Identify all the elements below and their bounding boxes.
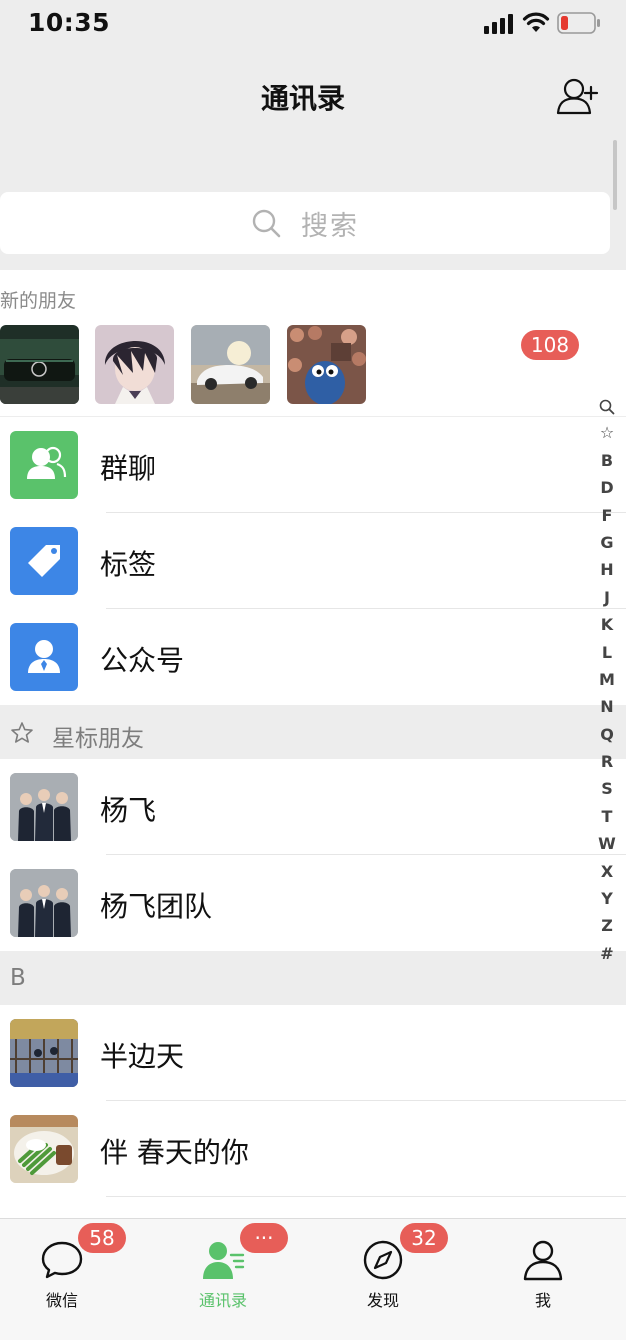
official-accounts-row[interactable]: 公众号 [0,609,626,705]
index-letter[interactable]: J [593,584,621,611]
tab-contacts-label: 通讯录 [198,1291,247,1310]
contact-row[interactable]: 伴 春天的你 [0,1101,626,1197]
tag-icon [10,527,78,595]
new-friends-count-badge: 108 [521,330,579,360]
search-bar[interactable]: 搜索 [0,192,610,254]
contact-name: 杨飞团队 [100,890,213,923]
partial-row [0,1197,626,1218]
index-letter[interactable]: Y [593,885,621,912]
compass-icon [363,1240,403,1280]
chats-unread-badge: 58 [78,1223,126,1253]
group-chat-row[interactable]: 群聊 [0,417,626,513]
add-friend-icon[interactable] [556,76,600,116]
group-chat-icon [10,431,78,499]
contact-avatar [10,773,78,841]
contact-name: 杨飞 [100,794,157,827]
official-accounts-label: 公众号 [100,644,185,677]
index-letter[interactable]: Z [593,912,621,939]
index-letter[interactable]: X [593,858,621,885]
index-letter[interactable]: H [593,556,621,583]
contact-row[interactable]: 杨飞团队 [0,855,626,951]
index-letter[interactable]: S [593,775,621,802]
index-letter[interactable]: Q [593,721,621,748]
index-letter[interactable]: B [593,447,621,474]
status-time: 10:35 [28,8,111,37]
wifi-icon [522,12,550,32]
contacts-icon [203,1242,245,1279]
index-letter[interactable]: N [593,693,621,720]
bottom-tab-bar: 微信 58 通讯录 ··· 发现 32 我 [0,1218,626,1340]
group-chat-label: 群聊 [100,452,157,485]
contact-avatar [10,1019,78,1087]
new-friends-title: 新的朋友 [0,290,77,312]
index-letter[interactable]: ☆ [593,419,621,446]
tab-me-label: 我 [534,1291,551,1310]
index-letter[interactable]: W [593,830,621,857]
contact-name: 半边天 [100,1040,185,1073]
index-letter[interactable]: # [593,940,621,967]
contact-row[interactable]: 杨飞 [0,759,626,855]
alphabet-index[interactable]: ☆ B D F G H J K L M N Q R S T W X Y Z # [593,392,621,967]
search-icon [252,209,281,238]
tab-discover-label: 发现 [366,1291,399,1310]
index-search-icon[interactable] [593,392,621,419]
new-friend-avatar-car-green[interactable] [0,325,79,404]
index-letter[interactable]: D [593,474,621,501]
chat-bubble-icon [41,1241,83,1279]
index-letter[interactable]: T [593,803,621,830]
contact-avatar [10,869,78,937]
battery-low-icon [557,12,600,34]
star-icon [11,722,33,743]
starred-friends-header: 星标朋友 [0,705,626,759]
index-letter[interactable]: K [593,611,621,638]
page-title: 通讯录 [260,82,345,115]
new-friend-avatar-car-white[interactable] [191,325,270,404]
index-letter[interactable]: M [593,666,621,693]
index-letter[interactable]: G [593,529,621,556]
navigation-bar: 通讯录 [0,60,626,140]
cellular-signal-icon [484,14,513,34]
contact-row[interactable]: 半边天 [0,1005,626,1101]
person-icon [523,1240,563,1281]
index-letter[interactable]: F [593,502,621,529]
index-letter[interactable]: R [593,748,621,775]
tags-label: 标签 [100,548,157,581]
new-friend-avatar-anime[interactable] [95,325,174,404]
status-bar: 10:35 [0,0,626,50]
new-friend-avatar-toy[interactable] [287,325,366,404]
contact-name: 伴 春天的你 [100,1136,249,1169]
index-letter[interactable]: L [593,639,621,666]
tab-chats-label: 微信 [45,1291,78,1310]
starred-friends-title: 星标朋友 [52,726,144,752]
search-placeholder: 搜索 [301,210,359,242]
contacts-dot-badge: ··· [240,1223,288,1253]
tags-row[interactable]: 标签 [0,513,626,609]
scrollbar-thumb[interactable] [613,140,617,210]
section-letter: B [10,965,26,991]
official-account-icon [10,623,78,691]
discover-count-badge: 32 [400,1223,448,1253]
section-header-b: B [0,951,626,1005]
tab-me[interactable]: 我 [465,1219,621,1319]
contact-avatar [10,1115,78,1183]
